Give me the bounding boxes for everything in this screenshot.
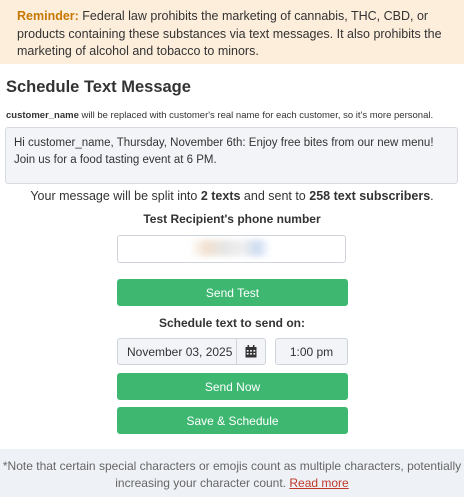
message-textarea[interactable]: Hi customer_name, Thursday, November 6th… (5, 127, 458, 184)
reminder-label: Reminder: (17, 9, 79, 23)
date-picker-button[interactable] (236, 338, 266, 365)
test-recipient-label: Test Recipient's phone number (143, 212, 321, 226)
reminder-banner: Reminder: Federal law prohibits the mark… (0, 0, 464, 64)
hint-token: customer_name (6, 110, 79, 121)
schedule-label: Schedule text to send on: (158, 316, 305, 330)
page-title: Schedule Text Message (6, 78, 191, 96)
split-texts-count: 2 texts (200, 189, 241, 203)
subscriber-count: 258 text subscribers (309, 189, 431, 203)
reminder-text: Federal law prohibits the marketing of c… (17, 9, 442, 58)
split-suffix: . (430, 189, 434, 203)
split-middle: and sent to (240, 189, 310, 203)
split-info: Your message will be split into 2 texts … (0, 189, 464, 203)
send-test-button[interactable]: Send Test (117, 279, 348, 306)
personalization-hint: customer_name will be replaced with cust… (6, 110, 456, 121)
schedule-date-input[interactable]: November 03, 2025 (117, 338, 236, 365)
send-now-button[interactable]: Send Now (117, 373, 348, 400)
footer-note: *Note that certain special characters or… (0, 449, 464, 497)
save-schedule-button[interactable]: Save & Schedule (117, 407, 348, 434)
footer-note-text: *Note that certain special characters or… (2, 459, 462, 490)
hint-text: will be replaced with customer's real na… (78, 110, 434, 121)
calendar-icon (245, 345, 257, 358)
test-phone-input[interactable] (117, 235, 346, 263)
read-more-link[interactable]: Read more (289, 476, 348, 490)
schedule-time-input[interactable]: 1:00 pm (275, 338, 348, 365)
split-prefix: Your message will be split into (30, 189, 201, 203)
